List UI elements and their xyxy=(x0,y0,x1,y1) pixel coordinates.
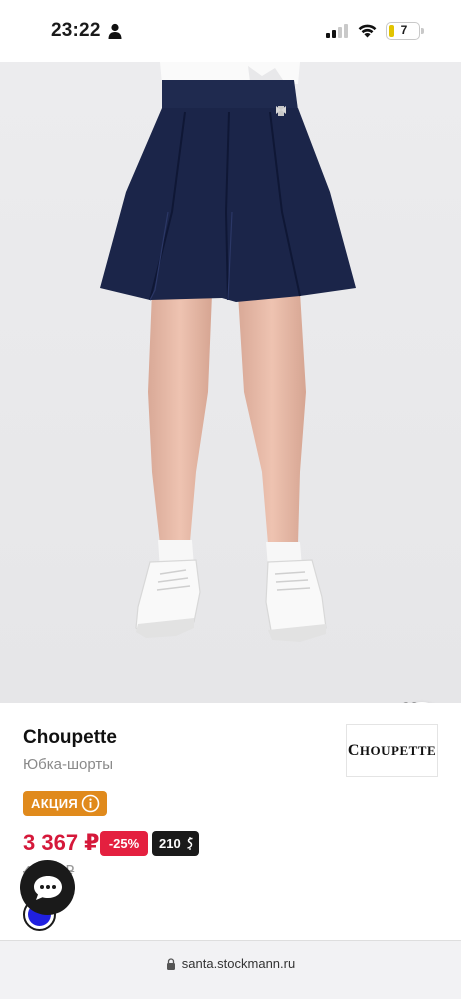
battery-level: 7 xyxy=(400,23,408,37)
info-icon xyxy=(81,794,100,813)
promo-label: АКЦИЯ xyxy=(31,796,79,811)
battery-indicator: 7 xyxy=(386,22,420,40)
current-price: 3 367 ₽ xyxy=(23,830,100,855)
brand-name[interactable]: Choupette xyxy=(23,727,117,749)
status-bar: 23:22 7 xyxy=(0,0,461,62)
product-image-gallery[interactable] xyxy=(0,62,461,703)
discount-badge: -25% xyxy=(100,831,148,856)
chat-icon xyxy=(33,875,62,900)
product-name: Юбка-шорты xyxy=(23,756,114,773)
product-photo xyxy=(0,62,461,703)
bonus-badge: 210 xyxy=(152,831,199,856)
chat-button[interactable] xyxy=(20,860,75,915)
browser-address-bar[interactable]: santa.stockmann.ru xyxy=(0,940,461,999)
cellular-signal-icon xyxy=(326,24,348,38)
battery-cap xyxy=(421,28,424,34)
lock-icon xyxy=(166,957,175,970)
status-time: 23:22 xyxy=(51,20,101,41)
wifi-icon xyxy=(358,24,377,38)
brand-logo-text: CHOUPETTE xyxy=(347,741,437,759)
promo-badge[interactable]: АКЦИЯ xyxy=(23,791,107,816)
heart-icon xyxy=(403,702,417,703)
bonus-points: 210 xyxy=(159,836,181,851)
url-field[interactable]: santa.stockmann.ru xyxy=(0,956,461,971)
brand-logo[interactable]: CHOUPETTE xyxy=(346,724,438,777)
person-icon xyxy=(108,23,122,39)
bonus-currency-icon xyxy=(187,837,193,850)
url-text: santa.stockmann.ru xyxy=(181,956,296,971)
